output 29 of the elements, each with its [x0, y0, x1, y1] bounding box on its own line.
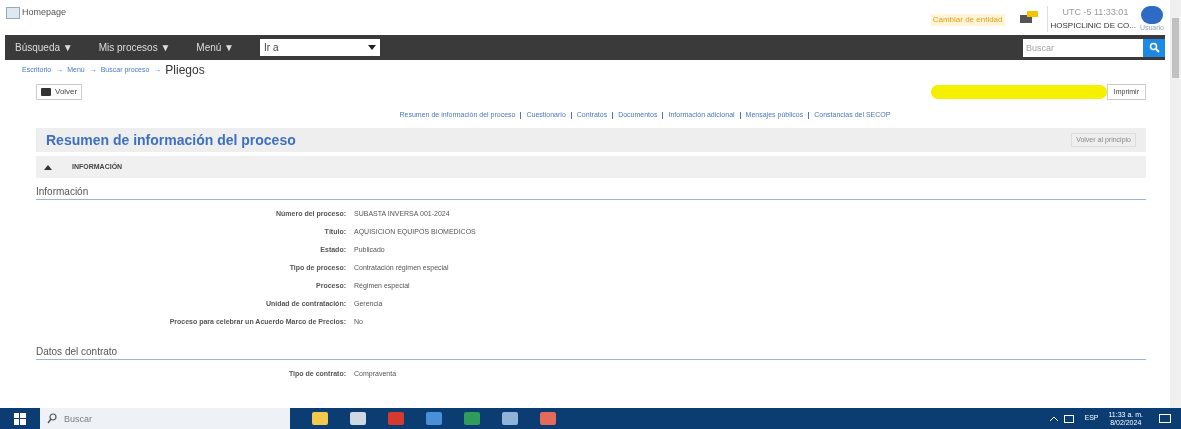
search-button[interactable] [1143, 38, 1165, 57]
scrollbar[interactable] [1170, 0, 1181, 408]
back-button[interactable]: Volver [36, 84, 83, 100]
nav-menu[interactable]: Menú ▼ [196, 40, 234, 55]
breadcrumb-separator: → [88, 64, 97, 76]
inbox-icon[interactable] [1018, 10, 1039, 24]
notifications-icon[interactable] [1159, 414, 1171, 423]
search-icon [47, 413, 57, 424]
clock-text: UTC -5 11:33:01 [1061, 6, 1130, 19]
logo-alt-text: Homepage [22, 6, 67, 19]
user-avatar[interactable] [1140, 6, 1163, 24]
back-icon [41, 88, 51, 96]
search-field[interactable]: Buscar [1023, 38, 1143, 57]
section-title: Datos del contrato [36, 345, 118, 359]
breadcrumb-separator: → [55, 64, 64, 76]
windows-logo-icon [14, 412, 26, 425]
goto-dropdown[interactable]: Ir a [260, 39, 380, 56]
user-name: HOSPICLINIC DE CO... [1050, 19, 1136, 32]
section-title: Información [36, 185, 89, 199]
search-icon [1148, 42, 1160, 53]
nav-menu[interactable]: Mis procesos ▼ [98, 40, 171, 55]
broken-image-icon [6, 6, 20, 19]
panel-title: Resumen de información del proceso [46, 130, 296, 150]
page-title: Pliegos [165, 62, 205, 79]
tray-chevron-icon[interactable] [1050, 416, 1059, 421]
caret-icon [368, 45, 376, 50]
breadcrumb-separator: → [153, 64, 162, 76]
taskbar-search-field[interactable]: Buscar [64, 408, 290, 429]
nav-menu[interactable]: Búsqueda ▼ [15, 40, 73, 55]
